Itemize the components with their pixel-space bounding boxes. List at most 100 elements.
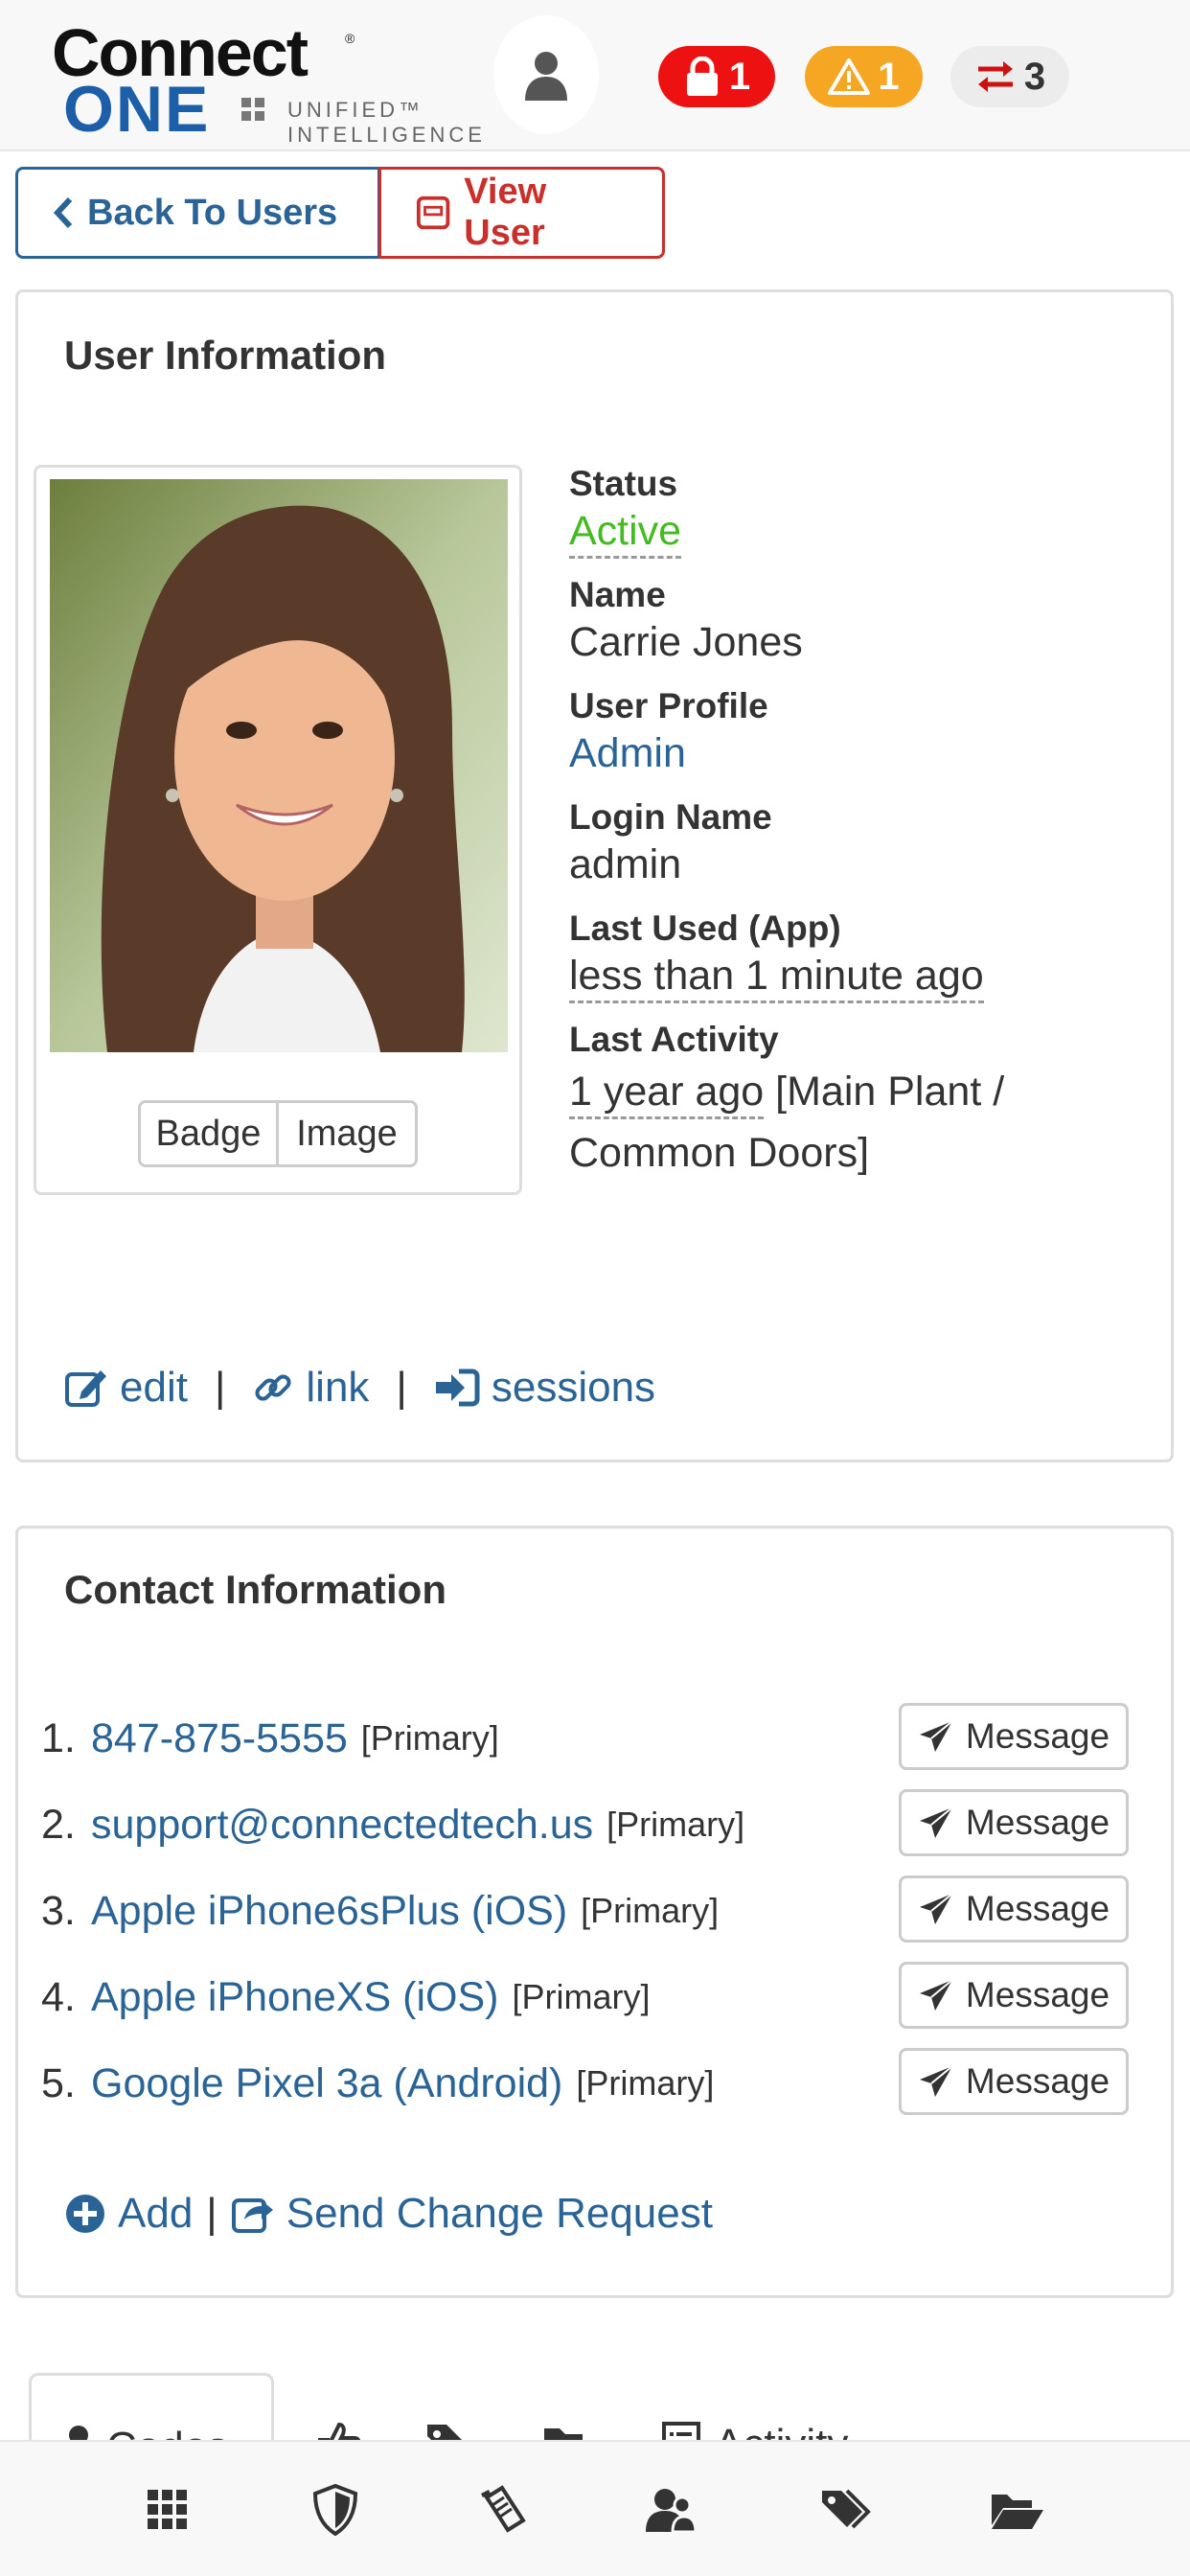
view-card-icon xyxy=(416,196,450,230)
last-activity-label: Last Activity xyxy=(569,1020,779,1059)
grid-icon xyxy=(148,2490,187,2529)
add-contact-label: Add xyxy=(118,2190,194,2237)
name-label: Name xyxy=(569,575,666,614)
users-icon xyxy=(646,2489,698,2534)
user-photo xyxy=(50,479,508,1052)
login-name-value: admin xyxy=(569,841,682,887)
name-value: Carrie Jones xyxy=(569,619,803,665)
share-square-icon xyxy=(231,2198,273,2233)
logo-unified-text: UNIFIED™ INTELLIGENCE xyxy=(287,98,486,148)
contact-information-panel: Contact Information 1. 847-875-5555 [Pri… xyxy=(15,1526,1174,2298)
lock-alert-count: 1 xyxy=(728,55,751,98)
contact-number: 1. xyxy=(41,1714,76,1761)
top-navbar: Connect ® ONE UNIFIED™ INTELLIGENCE 1 1 xyxy=(0,0,1190,151)
lock-alert-badge[interactable]: 1 xyxy=(658,46,775,107)
logo-intelligence-line: INTELLIGENCE xyxy=(287,123,486,147)
exchange-icon xyxy=(977,61,1013,92)
link-label: link xyxy=(306,1364,370,1411)
user-profile-link[interactable]: Admin xyxy=(569,727,1144,779)
paper-plane-icon xyxy=(919,1979,953,2011)
contact-primary-tag: [Primary] xyxy=(576,2063,715,2103)
message-button[interactable]: Message xyxy=(899,1789,1129,1856)
lock-icon xyxy=(686,57,718,96)
paper-plane-icon xyxy=(919,1893,953,1924)
user-menu-button[interactable] xyxy=(493,15,599,134)
connect-one-logo[interactable]: Connect ® ONE UNIFIED™ INTELLIGENCE xyxy=(52,19,482,147)
warning-alert-badge[interactable]: 1 xyxy=(805,46,923,107)
contact-row: 5. Google Pixel 3a (Android) [Primary] M… xyxy=(41,2040,1133,2127)
message-button-label: Message xyxy=(965,1716,1110,1756)
status-label: Status xyxy=(569,464,678,503)
contact-number: 4. xyxy=(41,1973,76,2020)
contact-row: 1. 847-875-5555 [Primary] Message xyxy=(41,1695,1133,1782)
message-button[interactable]: Message xyxy=(899,1703,1129,1770)
contact-primary-tag: [Primary] xyxy=(606,1805,745,1844)
contact-device-link[interactable]: Apple iPhoneXS (iOS) xyxy=(91,1974,498,2021)
action-separator-2: | xyxy=(396,1364,407,1411)
message-button[interactable]: Message xyxy=(899,1962,1129,2029)
message-button-label: Message xyxy=(965,1889,1110,1928)
transfer-badge[interactable]: 3 xyxy=(950,46,1069,107)
message-button[interactable]: Message xyxy=(899,1875,1129,1943)
action-separator: | xyxy=(214,1364,226,1411)
nav-folders[interactable] xyxy=(960,2442,1075,2576)
link-icon xyxy=(255,1374,291,1401)
image-button[interactable]: Image xyxy=(279,1103,415,1164)
last-used-value[interactable]: less than 1 minute ago xyxy=(569,953,984,1003)
view-user-label: View User xyxy=(464,172,547,253)
sign-in-icon xyxy=(435,1368,480,1407)
nav-reports[interactable] xyxy=(446,2442,561,2576)
login-name-label: Login Name xyxy=(569,797,772,837)
contact-device-link[interactable]: Apple iPhone6sPlus (iOS) xyxy=(91,1888,567,1935)
logo-registered-mark: ® xyxy=(345,31,355,46)
warning-alert-count: 1 xyxy=(878,55,900,98)
badge-image-toggle: Badge Image xyxy=(138,1100,418,1167)
user-actions: edit | link | sessions xyxy=(64,1364,655,1412)
sessions-label: sessions xyxy=(491,1364,656,1411)
sessions-link[interactable]: sessions xyxy=(434,1364,655,1412)
logo-dots-icon xyxy=(241,98,276,132)
message-button-label: Message xyxy=(965,1803,1110,1842)
message-button[interactable]: Message xyxy=(899,2048,1129,2115)
contact-primary-tag: [Primary] xyxy=(512,1977,651,2016)
badge-button[interactable]: Badge xyxy=(141,1103,279,1164)
last-activity-location-line2: Common Doors] xyxy=(569,1130,870,1176)
send-change-request-link[interactable]: Send Change Request xyxy=(231,2190,713,2238)
contact-primary-tag: [Primary] xyxy=(360,1718,499,1758)
contact-device-link[interactable]: Google Pixel 3a (Android) xyxy=(91,2060,562,2107)
paper-plane-icon xyxy=(919,2065,953,2097)
nav-dashboard[interactable] xyxy=(110,2442,225,2576)
message-button-label: Message xyxy=(965,1975,1110,2014)
transfer-count: 3 xyxy=(1023,55,1046,98)
last-activity-time[interactable]: 1 year ago xyxy=(569,1069,765,1119)
view-user-button[interactable]: View User xyxy=(378,167,665,259)
plus-circle-icon xyxy=(66,2195,104,2233)
back-to-users-button[interactable]: Back To Users xyxy=(15,167,380,259)
last-activity-value: 1 year ago [Main Plant / Common Doors] xyxy=(569,1061,1144,1184)
nav-tags[interactable] xyxy=(790,2442,905,2576)
message-button-label: Message xyxy=(965,2061,1110,2101)
contact-row: 3. Apple iPhone6sPlus (iOS) [Primary] Me… xyxy=(41,1868,1133,1954)
user-information-panel: User Information Badge Image Status Acti… xyxy=(15,289,1174,1462)
contact-phone-link[interactable]: 847-875-5555 xyxy=(91,1715,348,1762)
contact-action-separator: | xyxy=(206,2190,217,2237)
back-to-users-label: Back To Users xyxy=(87,192,338,233)
nav-security[interactable] xyxy=(278,2442,393,2576)
clipboard-icon xyxy=(481,2485,526,2533)
contact-row: 4. Apple iPhoneXS (iOS) [Primary] Messag… xyxy=(41,1954,1133,2040)
user-information-title: User Information xyxy=(64,333,387,378)
nav-users[interactable] xyxy=(613,2442,728,2576)
contact-list: 1. 847-875-5555 [Primary] Message 2. sup… xyxy=(41,1695,1133,2127)
contact-email-link[interactable]: support@connectedtech.us xyxy=(91,1802,593,1849)
user-details: Status Active Name Carrie Jones User Pro… xyxy=(569,463,1144,1201)
last-activity-location: [Main Plant / xyxy=(775,1069,1005,1115)
add-contact-link[interactable]: Add xyxy=(64,2190,193,2238)
link-action[interactable]: link xyxy=(252,1364,369,1412)
user-profile-label: User Profile xyxy=(569,686,768,725)
contact-actions: Add | Send Change Request xyxy=(64,2190,713,2238)
status-value[interactable]: Active xyxy=(569,508,682,559)
contact-primary-tag: [Primary] xyxy=(581,1891,720,1930)
edit-link[interactable]: edit xyxy=(64,1364,188,1412)
send-change-request-label: Send Change Request xyxy=(286,2190,713,2237)
last-used-label: Last Used (App) xyxy=(569,908,841,948)
